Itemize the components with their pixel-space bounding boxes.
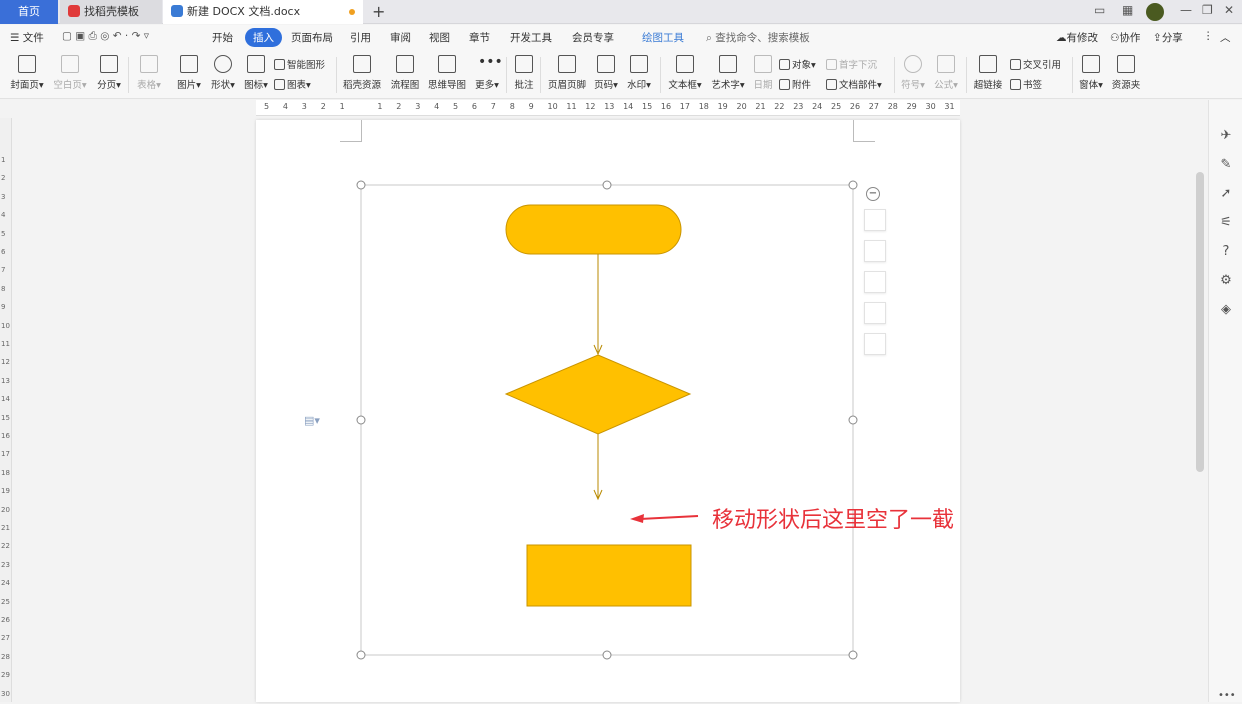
rocket-icon[interactable]: ✈ <box>1218 128 1234 144</box>
terminator-shape[interactable] <box>505 204 682 255</box>
scrollbar-thumb[interactable] <box>1196 172 1204 472</box>
location-icon[interactable]: ◈ <box>1218 302 1234 318</box>
right-sidebar: ✈ ✎ ➚ ⚟ ? ⚙ ◈ ••• <box>1208 100 1242 702</box>
vertical-scrollbar[interactable] <box>1194 100 1206 702</box>
help-icon[interactable]: ? <box>1218 244 1234 260</box>
process-rectangle-shape[interactable] <box>526 544 692 607</box>
cursor-select-icon[interactable]: ➚ <box>1218 186 1234 202</box>
sliders-icon[interactable]: ⚟ <box>1218 215 1234 231</box>
outline-icon[interactable] <box>864 302 886 324</box>
drawing-canvas <box>356 180 858 660</box>
collapse-toolbar-icon[interactable]: − <box>866 187 880 201</box>
edit-pen-icon[interactable] <box>864 240 886 262</box>
lightbulb-icon[interactable] <box>864 333 886 355</box>
layout-options-icon[interactable] <box>864 209 886 231</box>
fill-bucket-icon[interactable] <box>864 271 886 293</box>
annotation-text: 移动形状后这里空了一截 <box>712 508 955 533</box>
annotation-arrow-line <box>639 515 699 520</box>
decision-diamond-shape[interactable] <box>504 354 692 435</box>
pen-icon[interactable]: ✎ <box>1218 157 1234 173</box>
annotation-arrowhead <box>630 514 644 523</box>
settings-doc-icon[interactable]: ⚙ <box>1218 273 1234 289</box>
